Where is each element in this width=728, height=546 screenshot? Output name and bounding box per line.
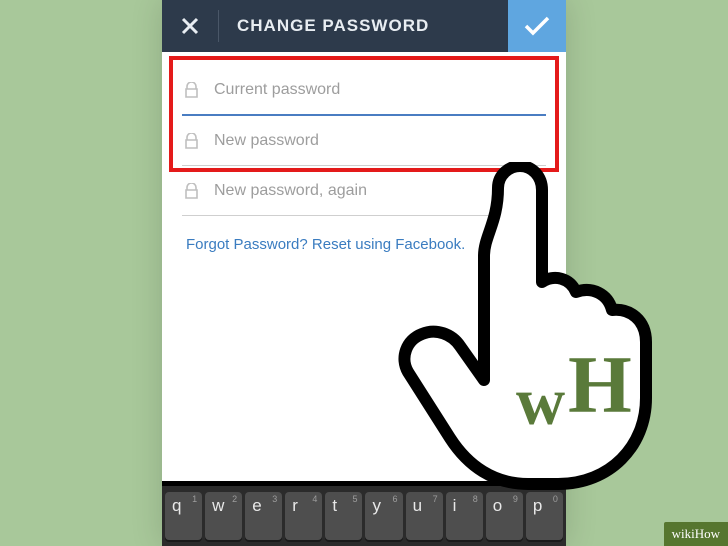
close-button[interactable] (162, 0, 218, 52)
app-header: CHANGE PASSWORD (162, 0, 566, 52)
keyboard: q1 w2 e3 r4 t5 y6 u7 i8 o9 p0 (162, 481, 566, 546)
phone-screen: CHANGE PASSWORD Current password New pas… (162, 0, 566, 546)
placeholder: New password (214, 132, 546, 150)
current-password-field[interactable]: Current password (182, 66, 546, 116)
wikihow-watermark: wikiHow (664, 522, 728, 546)
key-y[interactable]: y6 (365, 492, 402, 540)
lock-icon (182, 133, 200, 149)
key-r[interactable]: r4 (285, 492, 322, 540)
key-e[interactable]: e3 (245, 492, 282, 540)
check-icon (524, 16, 550, 36)
key-u[interactable]: u7 (406, 492, 443, 540)
key-o[interactable]: o9 (486, 492, 523, 540)
key-w[interactable]: w2 (205, 492, 242, 540)
page-title: CHANGE PASSWORD (219, 16, 508, 36)
lock-icon (182, 82, 200, 98)
key-p[interactable]: p0 (526, 492, 563, 540)
confirm-button[interactable] (508, 0, 566, 52)
key-q[interactable]: q1 (165, 492, 202, 540)
password-form: Current password New password New passwo… (162, 52, 566, 273)
placeholder: New password, again (214, 182, 546, 200)
key-i[interactable]: i8 (446, 492, 483, 540)
forgot-password-link[interactable]: Forgot Password? Reset using Facebook. (182, 216, 546, 273)
placeholder: Current password (214, 81, 546, 99)
confirm-password-field[interactable]: New password, again (182, 166, 546, 216)
close-icon (181, 17, 199, 35)
new-password-field[interactable]: New password (182, 116, 546, 166)
lock-icon (182, 183, 200, 199)
svg-text:H: H (568, 339, 632, 430)
key-t[interactable]: t5 (325, 492, 362, 540)
